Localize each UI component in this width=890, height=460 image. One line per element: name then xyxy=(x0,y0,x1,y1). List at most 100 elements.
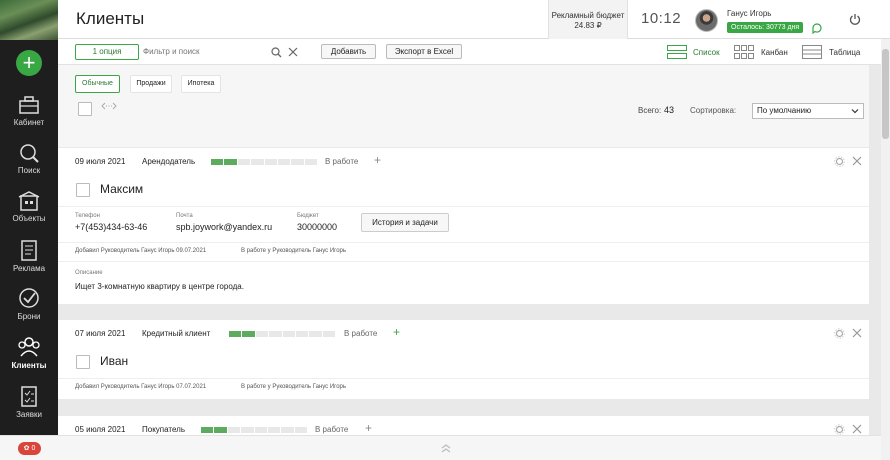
requests-icon xyxy=(21,386,37,407)
card-checkbox[interactable] xyxy=(76,355,90,369)
filter-panel: Обычные Продажи Ипотека Всего: 43 Сортир… xyxy=(58,65,869,147)
progress-segment xyxy=(201,427,214,433)
sidebar-item-objects[interactable]: Объекты xyxy=(0,191,58,239)
options-button[interactable]: 1 опция xyxy=(75,44,139,60)
divider xyxy=(58,242,869,243)
sidebar-item-cabinet[interactable]: Кабинет xyxy=(0,95,58,143)
progress-segment xyxy=(322,331,335,337)
close-icon[interactable] xyxy=(288,47,298,57)
progress-segment xyxy=(214,427,227,433)
search-icon[interactable] xyxy=(271,47,282,58)
email-value[interactable]: spb.joywork@yandex.ru xyxy=(176,222,272,232)
progress-segment xyxy=(309,331,322,337)
card-status[interactable]: В работе xyxy=(315,425,348,434)
sidebar-item-booking[interactable]: Брони xyxy=(0,287,58,335)
expand-arrows-icon[interactable] xyxy=(101,102,117,110)
view-table-label: Таблица xyxy=(829,48,861,57)
add-stage-button[interactable]: + xyxy=(374,153,381,167)
progress-segment xyxy=(229,331,242,337)
progress-segment xyxy=(295,331,309,337)
tab-sales[interactable]: Продажи xyxy=(130,75,172,93)
phone-value[interactable]: +7(453)434-63-46 xyxy=(75,222,147,232)
in-work-by: В работе у Руководитель Ганус Игорь xyxy=(241,384,346,390)
close-icon[interactable] xyxy=(852,328,862,338)
sort-value: По умолчанию xyxy=(757,106,812,115)
progress-segment xyxy=(282,331,295,337)
search-input[interactable] xyxy=(143,44,268,59)
select-all-checkbox[interactable] xyxy=(78,102,92,116)
add-stage-button[interactable]: + xyxy=(393,325,400,339)
search-map-icon xyxy=(20,144,39,163)
sidebar-item-search[interactable]: Поиск xyxy=(0,143,58,191)
add-client-button[interactable]: Добавить xyxy=(321,44,376,59)
budget-value: 24.83 ₽ xyxy=(574,21,602,30)
progress-segment xyxy=(242,331,255,337)
sidebar-item-requests[interactable]: Заявки xyxy=(0,385,58,433)
card-date: 09 июля 2021 xyxy=(75,157,126,166)
user-name[interactable]: Ганус Игорь xyxy=(727,9,771,18)
progress-segment xyxy=(304,159,317,165)
card-type: Кредитный клиент xyxy=(142,329,211,338)
chat-icon[interactable] xyxy=(811,22,823,34)
budget-label: Бюджет xyxy=(297,213,319,219)
tab-regular[interactable]: Обычные xyxy=(75,75,120,93)
view-kanban-label: Канбан xyxy=(761,48,788,57)
total-value: 43 xyxy=(664,105,675,115)
card-status[interactable]: В работе xyxy=(344,329,377,338)
gear-icon[interactable] xyxy=(834,156,845,167)
avatar[interactable] xyxy=(695,9,718,32)
sidebar-item-clients[interactable]: Клиенты xyxy=(0,336,58,384)
card-type: Покупатель xyxy=(142,425,185,434)
sidebar-label: Реклама xyxy=(12,264,46,273)
client-card: 07 июля 2021 Кредитный клиент В работе +… xyxy=(58,320,869,399)
client-name[interactable]: Максим xyxy=(100,182,143,196)
scrollbar[interactable] xyxy=(881,39,890,460)
progress-segment xyxy=(277,159,291,165)
sidebar-label: Объекты xyxy=(12,214,46,223)
client-name[interactable]: Иван xyxy=(100,354,128,368)
progress-segment xyxy=(227,427,241,433)
page-title: Клиенты xyxy=(76,9,145,28)
close-icon[interactable] xyxy=(852,156,862,166)
notifications-badge[interactable]: ✿ 0 xyxy=(18,442,41,455)
scroll-thumb[interactable] xyxy=(882,49,889,139)
divider xyxy=(58,378,869,379)
sort-label: Сортировка: xyxy=(690,106,737,115)
budget-label: Рекламный бюджет xyxy=(551,11,625,20)
add-stage-button[interactable]: + xyxy=(365,421,372,435)
progress-bar xyxy=(201,427,307,433)
progress-segment xyxy=(241,427,254,433)
cabinet-icon xyxy=(19,96,39,114)
sidebar: + Кабинет Поиск Объекты Реклама Брони Кл… xyxy=(0,0,58,460)
view-list-label: Список xyxy=(693,48,720,57)
clock: 10:12 xyxy=(641,10,682,27)
close-icon[interactable] xyxy=(852,424,862,434)
history-tasks-button[interactable]: История и задачи xyxy=(361,213,449,232)
ads-icon xyxy=(21,240,37,261)
description-text: Ищет 3-комнатную квартиру в центре город… xyxy=(75,282,244,291)
divider xyxy=(58,261,869,262)
card-date: 05 июля 2021 xyxy=(75,425,126,434)
email-label: Почта xyxy=(176,213,193,219)
sidebar-item-ads[interactable]: Реклама xyxy=(0,239,58,287)
header: Клиенты Рекламный бюджет 24.83 ₽ 10:12 Г… xyxy=(58,0,890,39)
chevron-down-icon xyxy=(851,109,859,114)
gear-icon[interactable] xyxy=(834,424,845,435)
add-button[interactable]: + xyxy=(16,50,42,76)
sidebar-label: Кабинет xyxy=(13,118,45,127)
tab-mortgage[interactable]: Ипотека xyxy=(181,75,221,93)
progress-segment xyxy=(211,159,224,165)
kanban-view-icon xyxy=(734,45,754,59)
sidebar-label: Поиск xyxy=(17,166,41,175)
card-status[interactable]: В работе xyxy=(325,157,358,166)
export-excel-button[interactable]: Экспорт в Excel xyxy=(386,44,462,59)
sort-select[interactable]: По умолчанию xyxy=(752,103,864,119)
notifications-count: 0 xyxy=(31,445,36,452)
power-icon[interactable] xyxy=(849,13,861,25)
progress-bar xyxy=(211,159,317,165)
chevron-up-icon[interactable] xyxy=(440,443,452,453)
card-checkbox[interactable] xyxy=(76,183,90,197)
sidebar-photo xyxy=(0,0,58,40)
gear-icon[interactable] xyxy=(834,328,845,339)
ad-budget[interactable]: Рекламный бюджет 24.83 ₽ xyxy=(548,0,628,39)
